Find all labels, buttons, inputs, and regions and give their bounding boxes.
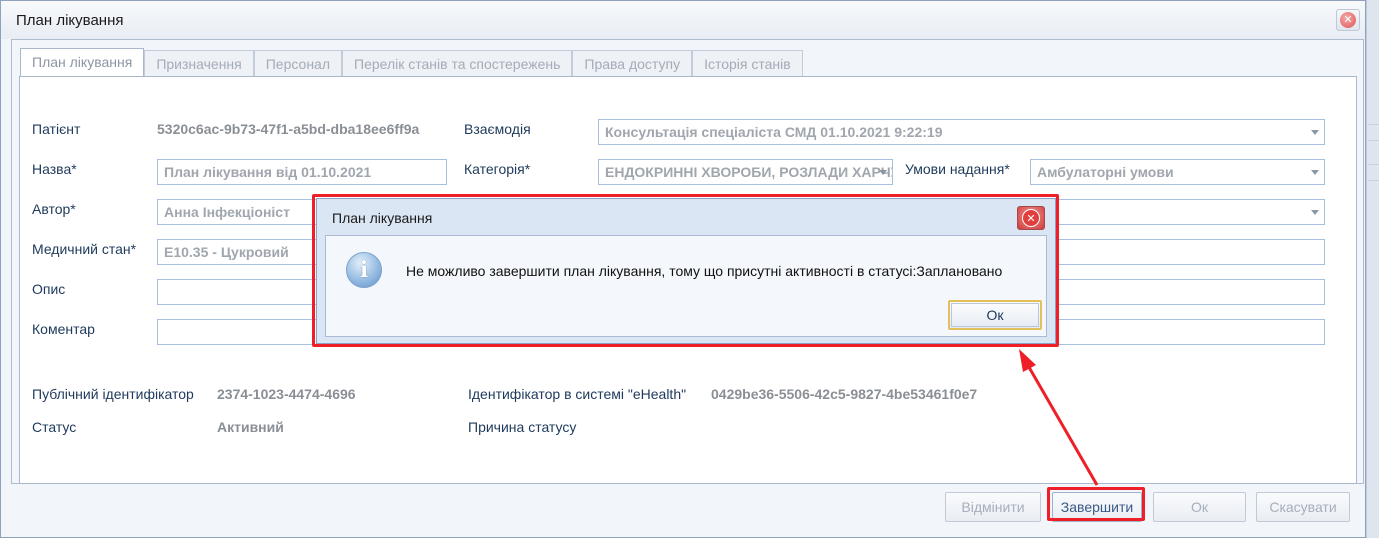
tab-staff[interactable]: Персонал (253, 50, 342, 76)
background-cell (1368, 180, 1379, 196)
chevron-down-icon (1311, 210, 1319, 215)
ok-button[interactable]: Ок (1153, 492, 1246, 522)
name-field[interactable]: План лікування від 01.10.2021 (157, 159, 447, 185)
close-icon: ✕ (1340, 12, 1356, 28)
conditions-value: Амбулаторні умови (1037, 164, 1174, 180)
complete-button-highlight (1047, 487, 1145, 521)
interaction-value: Консультація спеціаліста СМД 01.10.2021 … (605, 124, 943, 140)
tab-status-history[interactable]: Історія станів (692, 50, 803, 76)
window-title-bar[interactable]: План лікування ✕ (1, 1, 1365, 39)
tab-strip: План лікування Призначення Персонал Пере… (20, 48, 803, 76)
medical-condition-label: Медичний стан* (32, 241, 137, 257)
dialog-highlight (312, 194, 1059, 347)
background-window-edge (1366, 0, 1379, 538)
interaction-label: Взаємодія (464, 121, 531, 137)
ehealth-id-label: Ідентифікатор в системі "eHealth" (468, 386, 687, 402)
tab-access-rights[interactable]: Права доступу (572, 50, 693, 76)
medical-condition-extra-field[interactable] (1030, 239, 1325, 265)
background-cell (1368, 124, 1379, 140)
category-select[interactable]: ЕНДОКРИННІ ХВОРОБИ, РОЗЛАДИ ХАРЧУВАННЯ (598, 159, 893, 185)
chevron-down-icon (1311, 170, 1319, 175)
category-label: Категорія* (464, 161, 531, 177)
author-field[interactable]: Анна Інфекціоніст (157, 199, 317, 225)
tab-conditions-observations[interactable]: Перелік станів та спостережень (342, 50, 573, 76)
author-extra-select[interactable] (1030, 199, 1325, 225)
window-title: План лікування (16, 12, 124, 29)
background-cell (1368, 164, 1379, 180)
category-value: ЕНДОКРИННІ ХВОРОБИ, РОЗЛАДИ ХАРЧУВАННЯ (605, 164, 892, 180)
author-label: Автор* (32, 201, 76, 217)
background-cell (1368, 140, 1379, 156)
public-id-label: Публічний ідентифікатор (32, 386, 194, 402)
medical-condition-value: E10.35 - Цукровий (164, 244, 289, 260)
discard-button[interactable]: Скасувати (1256, 492, 1350, 522)
name-value: План лікування від 01.10.2021 (164, 164, 372, 180)
patient-label: Патієнт (32, 121, 81, 137)
author-value: Анна Інфекціоніст (164, 204, 290, 220)
name-label: Назва* (32, 161, 77, 177)
status-value: Активний (217, 419, 284, 435)
status-label: Статус (32, 419, 77, 435)
conditions-select[interactable]: Амбулаторні умови (1030, 159, 1325, 185)
tab-prescriptions[interactable]: Призначення (144, 50, 254, 76)
description-label: Опис (32, 281, 66, 297)
status-reason-label: Причина статусу (468, 419, 577, 435)
comment-label: Коментар (32, 321, 95, 337)
medical-condition-field[interactable]: E10.35 - Цукровий (157, 239, 317, 265)
public-id-value: 2374-1023-4474-4696 (217, 386, 356, 402)
ehealth-id-value: 0429be36-5506-42c5-9827-4be53461f0e7 (711, 386, 978, 402)
cancel-plan-button[interactable]: Відмінити (945, 492, 1041, 522)
chevron-down-icon (1311, 130, 1319, 135)
patient-value: 5320c6ac-9b73-47f1-a5bd-dba18ee6ff9a (157, 121, 420, 137)
chevron-down-icon (879, 170, 887, 175)
tab-treatment-plan[interactable]: План лікування (20, 48, 145, 76)
window-close-button[interactable]: ✕ (1336, 9, 1360, 31)
interaction-select[interactable]: Консультація спеціаліста СМД 01.10.2021 … (598, 119, 1325, 145)
conditions-label: Умови надання* (905, 161, 1010, 177)
